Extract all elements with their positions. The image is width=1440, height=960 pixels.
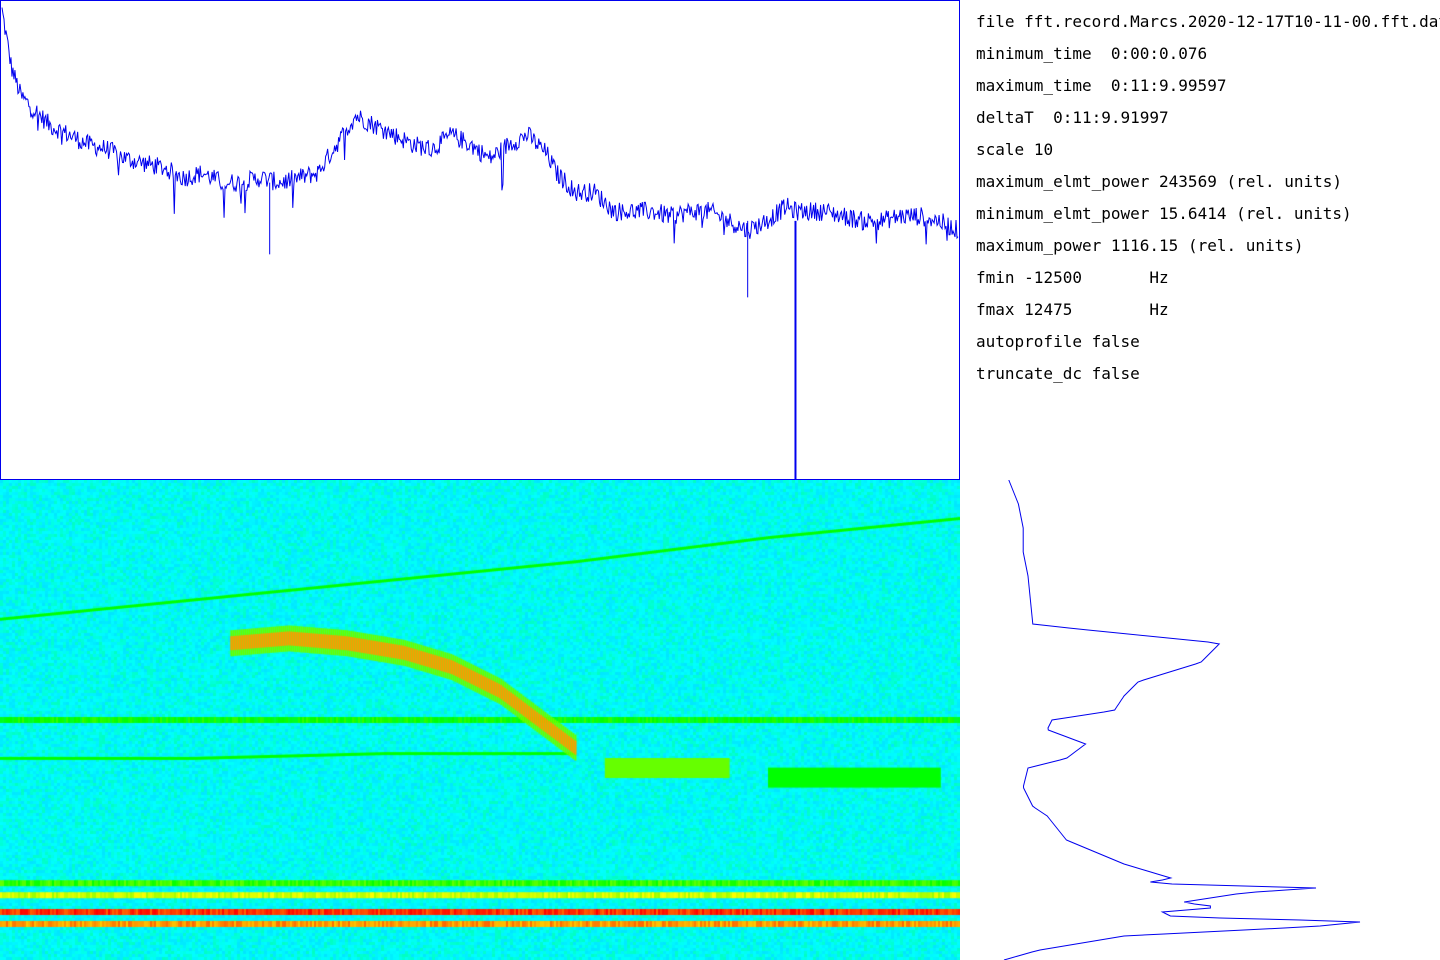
info-fmax-value: 12475 xyxy=(1024,300,1073,319)
info-file: file fft.record.Marcs.2020-12-17T10-11-0… xyxy=(976,8,1440,40)
info-scale-value: 10 xyxy=(1033,140,1054,159)
info-fmax-unit: Hz xyxy=(1149,300,1169,319)
info-truncate-dc-value: false xyxy=(1091,364,1140,383)
info-fmin-label: fmin xyxy=(976,268,1015,287)
info-truncate-dc: truncate_dc false xyxy=(976,360,1440,392)
time-power-plot xyxy=(0,0,960,480)
info-maximum-power: maximum_power 1116.15 (rel. units) xyxy=(976,232,1440,264)
info-minimum-time: minimum_time 0:00:0.076 xyxy=(976,40,1440,72)
info-maximum-time-label: maximum_time xyxy=(976,76,1092,95)
frequency-power-plot xyxy=(1003,480,1361,960)
info-minimum-elmt-power-value: 15.6414 (rel. units) xyxy=(1159,204,1352,223)
info-scale-label: scale xyxy=(976,140,1025,159)
info-fmin: fmin -12500 Hz xyxy=(976,264,1440,296)
info-panel: file fft.record.Marcs.2020-12-17T10-11-0… xyxy=(976,8,1440,408)
info-minimum-time-value: 0:00:0.076 xyxy=(1110,44,1208,63)
info-deltat: deltaT 0:11:9.91997 xyxy=(976,104,1440,136)
info-minimum-time-label: minimum_time xyxy=(976,44,1092,63)
info-truncate-dc-label: truncate_dc xyxy=(976,364,1082,383)
info-autoprofile-label: autoprofile xyxy=(976,332,1082,351)
info-maximum-time: maximum_time 0:11:9.99597 xyxy=(976,72,1440,104)
info-fmin-unit: Hz xyxy=(1149,268,1169,287)
info-scale: scale 10 xyxy=(976,136,1440,168)
info-maximum-power-label: maximum_power xyxy=(976,236,1102,255)
info-maximum-power-value: 1116.15 (rel. units) xyxy=(1110,236,1304,255)
frequency-power-trace xyxy=(1003,480,1361,960)
info-deltat-value: 0:11:9.91997 xyxy=(1053,108,1169,127)
info-fmax: fmax 12475 Hz xyxy=(976,296,1440,328)
spectrogram-heatmap xyxy=(0,480,960,960)
info-maximum-elmt-power-label: maximum_elmt_power xyxy=(976,172,1150,191)
info-minimum-elmt-power-label: minimum_elmt_power xyxy=(976,204,1150,223)
time-power-trace xyxy=(1,7,959,245)
info-autoprofile-value: false xyxy=(1091,332,1140,351)
info-autoprofile: autoprofile false xyxy=(976,328,1440,360)
info-deltat-label: deltaT xyxy=(976,108,1034,127)
info-minimum-elmt-power: minimum_elmt_power 15.6414 (rel. units) xyxy=(976,200,1440,232)
info-fmax-label: fmax xyxy=(976,300,1015,319)
info-file-label: file xyxy=(976,12,1015,31)
info-maximum-time-value: 0:11:9.99597 xyxy=(1110,76,1227,95)
info-fmin-value: -12500 xyxy=(1024,268,1082,287)
info-maximum-elmt-power-value: 243569 (rel. units) xyxy=(1159,172,1343,191)
info-file-value: fft.record.Marcs.2020-12-17T10-11-00.fft… xyxy=(1024,12,1440,31)
info-maximum-elmt-power: maximum_elmt_power 243569 (rel. units) xyxy=(976,168,1440,200)
